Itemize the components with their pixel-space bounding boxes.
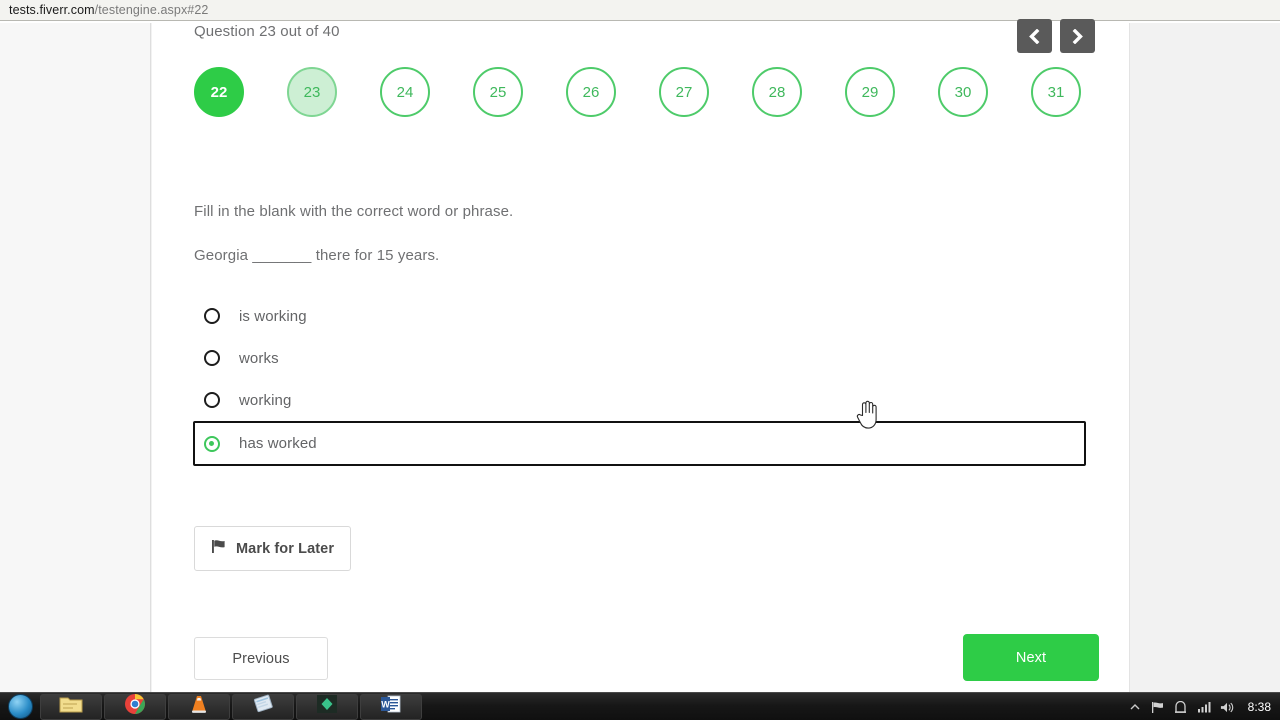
answer-option-label: working [239,391,292,409]
vlc-cone-icon [189,694,209,720]
pager-next-button[interactable] [1060,19,1095,53]
taskbar-item-green-app[interactable] [296,693,358,720]
url-text: tests.fiverr.com/testengine.aspx#22 [0,3,208,17]
window-preview-icon [251,694,275,719]
folder-explorer-icon [59,694,83,719]
chevron-left-icon [1028,28,1041,44]
network-flag-icon[interactable] [1151,700,1165,714]
question-number-list: 22 23 24 25 26 27 28 29 30 31 [194,63,1084,121]
taskbar-item-folder-explorer[interactable] [40,693,102,720]
question-circle-23[interactable]: 23 [287,67,337,117]
url-domain: tests.fiverr.com [9,3,95,17]
green-diamond-app-icon [316,694,338,719]
taskbar-item-vlc[interactable] [168,693,230,720]
answer-option[interactable]: works [193,337,1086,379]
url-path: /testengine.aspx#22 [94,3,209,17]
browser-url-bar[interactable]: tests.fiverr.com/testengine.aspx#22 [0,0,1280,21]
answer-option-label: is working [239,307,307,325]
radio-button-icon[interactable] [204,308,220,324]
answer-option[interactable]: is working [193,295,1086,337]
question-circle-27[interactable]: 27 [659,67,709,117]
question-pager-arrows [1017,19,1095,53]
word-icon: W [380,694,402,719]
previous-label: Previous [232,650,290,667]
radio-button-icon[interactable] [204,435,220,452]
mark-for-later-label: Mark for Later [236,540,335,557]
question-circle-28[interactable]: 28 [752,67,802,117]
question-circle-25[interactable]: 25 [473,67,523,117]
question-circle-24[interactable]: 24 [380,67,430,117]
question-counter: Question 23 out of 40 [194,23,340,40]
question-circle-30[interactable]: 30 [938,67,988,117]
radio-button-icon[interactable] [204,392,220,408]
mark-for-later-button[interactable]: Mark for Later [194,526,352,571]
pager-prev-button[interactable] [1017,19,1052,53]
answer-option-selected[interactable]: has worked [193,421,1086,466]
previous-button[interactable]: Previous [194,637,328,680]
left-gutter [0,23,151,692]
answer-option-label: has worked [239,435,317,452]
chevron-right-icon [1071,28,1084,44]
question-circle-31[interactable]: 31 [1031,67,1081,117]
question-prompt: Fill in the blank with the correct word … [194,203,514,220]
action-center-icon[interactable] [1174,700,1188,714]
next-button[interactable]: Next [963,634,1099,681]
question-circle-22[interactable]: 22 [194,67,244,117]
radio-button-icon[interactable] [204,350,220,366]
taskbar-item-word[interactable]: W [360,693,422,720]
question-sentence: Georgia _______ there for 15 years. [194,247,440,264]
show-hidden-icons-icon[interactable] [1128,700,1142,714]
windows-taskbar: W 8:38 [0,692,1280,720]
start-orb-icon[interactable] [0,693,40,721]
question-circle-29[interactable]: 29 [845,67,895,117]
flag-icon [211,539,227,559]
taskbar-clock[interactable]: 8:38 [1243,701,1274,713]
signal-bars-icon[interactable] [1197,700,1211,714]
question-circle-26[interactable]: 26 [566,67,616,117]
svg-text:W: W [381,700,390,710]
page-background: Question 23 out of 40 22 23 24 25 26 27 28 29 30… [0,19,1280,692]
quiz-card: Question 23 out of 40 22 23 24 25 26 27 28 29 30… [152,19,1130,692]
taskbar-item-window-preview[interactable] [232,693,294,720]
answer-option[interactable]: working [193,379,1086,421]
system-tray: 8:38 [1128,693,1280,721]
answer-options-list: is working works working has worked [193,295,1086,466]
chrome-icon [124,693,146,720]
next-label: Next [1015,649,1047,666]
taskbar-item-chrome[interactable] [104,693,166,720]
volume-icon[interactable] [1220,700,1234,714]
answer-option-label: works [239,349,279,367]
